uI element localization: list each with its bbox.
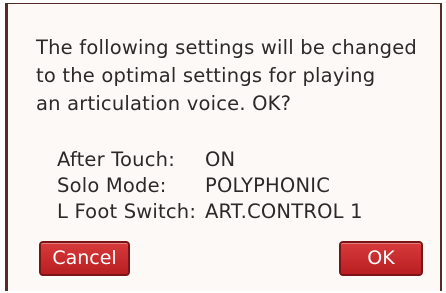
confirmation-dialog: The following settings will be changed t… [5,3,442,291]
message-line-2: to the optimal settings for playing [36,64,376,87]
settings-list: After Touch: ON Solo Mode: POLYPHONIC L … [57,147,363,225]
setting-label-solo-mode: Solo Mode: [57,174,167,197]
dialog-message: The following settings will be changed t… [36,34,431,118]
setting-row-solo-mode: Solo Mode: POLYPHONIC [57,173,363,199]
ok-button[interactable]: OK [339,241,423,276]
setting-value-solo-mode: POLYPHONIC [205,174,331,197]
setting-row-after-touch: After Touch: ON [57,147,363,173]
setting-value-after-touch: ON [205,148,236,171]
setting-label-l-foot-switch: L Foot Switch: [57,200,197,223]
setting-label-after-touch: After Touch: [57,148,175,171]
message-line-3: an articulation voice. OK? [36,92,292,115]
setting-value-l-foot-switch: ART.CONTROL 1 [205,200,363,223]
setting-row-l-foot-switch: L Foot Switch: ART.CONTROL 1 [57,199,363,225]
cancel-button[interactable]: Cancel [39,241,130,276]
message-line-1: The following settings will be changed [36,36,418,59]
